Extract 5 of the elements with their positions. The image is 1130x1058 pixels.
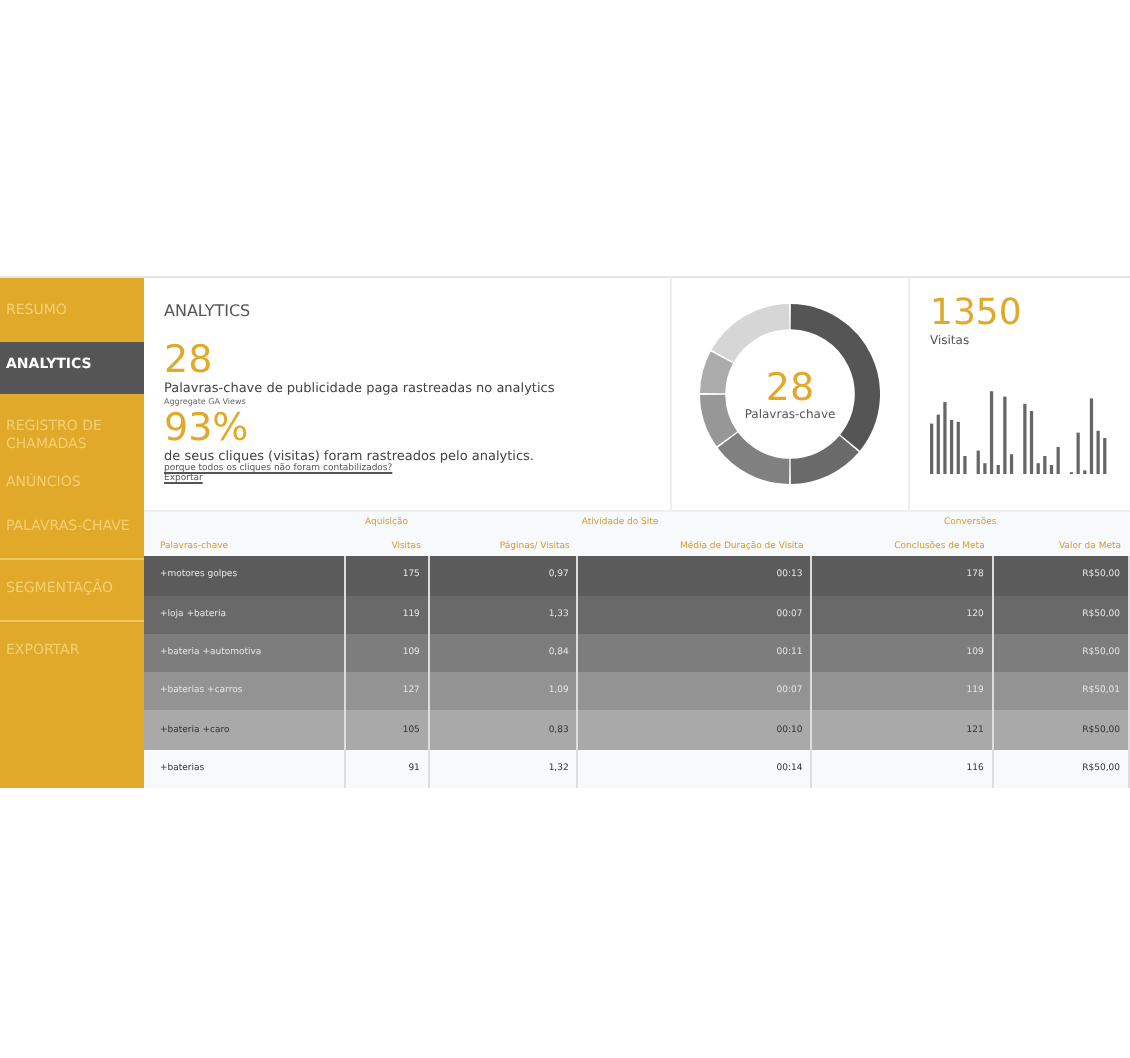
- keyword-count: 28: [164, 340, 213, 380]
- donut-value: 28: [765, 367, 815, 408]
- section-title: ANALYTICS: [164, 302, 251, 320]
- percent-value: 93%: [164, 408, 249, 448]
- visits-value: 1350: [930, 294, 1022, 334]
